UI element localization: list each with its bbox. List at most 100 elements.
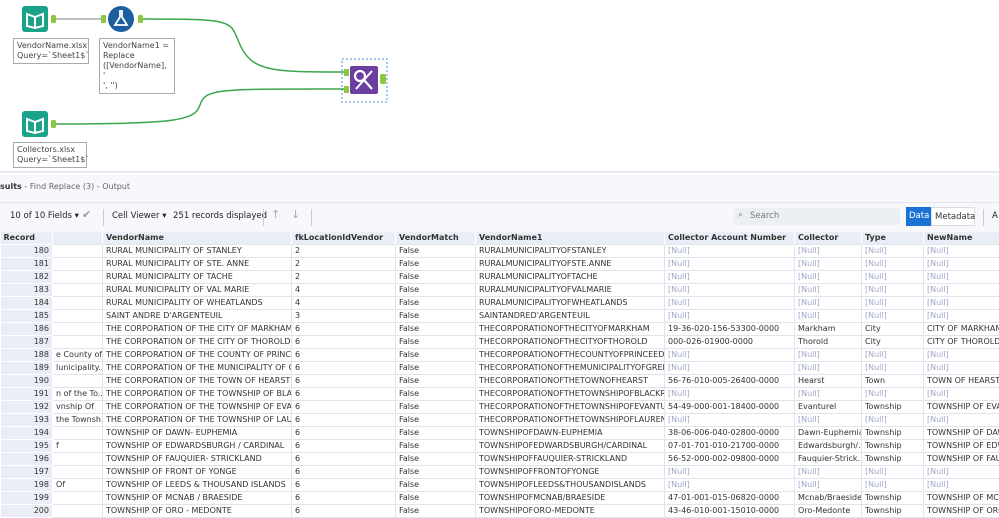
table-cell[interactable] xyxy=(53,335,103,348)
table-cell[interactable]: TOWNSHIPOFDAWN-EUPHEMIA xyxy=(476,426,665,439)
table-cell[interactable]: [Null] xyxy=(924,413,999,426)
table-cell[interactable]: [Null] xyxy=(862,296,924,309)
input-collectors-tool[interactable] xyxy=(22,111,48,137)
table-cell[interactable]: 181 xyxy=(1,257,53,270)
table-row[interactable]: 180RURAL MUNICIPALITY OF STANLEY2FalseRU… xyxy=(1,244,999,257)
table-cell[interactable]: RURAL MUNICIPALITY OF STE. ANNE xyxy=(103,257,292,270)
table-cell[interactable]: [Null] xyxy=(862,244,924,257)
table-cell[interactable]: 2 xyxy=(292,270,396,283)
table-cell[interactable]: [Null] xyxy=(665,244,795,257)
table-cell[interactable]: 194 xyxy=(1,426,53,439)
table-cell[interactable]: City xyxy=(862,335,924,348)
table-cell[interactable]: [Null] xyxy=(862,309,924,322)
table-cell[interactable]: Township xyxy=(862,439,924,452)
table-cell[interactable]: TOWN OF HEARST xyxy=(924,374,999,387)
table-cell[interactable]: 19-36-020-156-53300-0000 xyxy=(665,322,795,335)
table-cell[interactable]: [Null] xyxy=(924,257,999,270)
table-cell[interactable]: THECORPORATIONOFTHETOWNOFHEARST xyxy=(476,374,665,387)
table-cell[interactable]: False xyxy=(396,413,476,426)
table-row[interactable]: 191n of the To...THE CORPORATION OF THE … xyxy=(1,387,999,400)
table-cell[interactable]: TOWNSHIP OF MCN xyxy=(924,491,999,504)
table-cell[interactable]: 6 xyxy=(292,335,396,348)
table-cell[interactable]: CITY OF MARKHAM xyxy=(924,322,999,335)
table-cell[interactable]: Township xyxy=(862,452,924,465)
table-row[interactable]: 197TOWNSHIP OF FRONT OF YONGE6FalseTOWNS… xyxy=(1,465,999,478)
table-row[interactable]: 190THE CORPORATION OF THE TOWN OF HEARST… xyxy=(1,374,999,387)
table-cell[interactable]: [Null] xyxy=(924,283,999,296)
check-icon[interactable]: ✔ xyxy=(82,208,91,221)
table-cell[interactable]: TOWNSHIP OF DAWN- EUPHEMIA xyxy=(103,426,292,439)
table-cell[interactable]: False xyxy=(396,465,476,478)
table-cell[interactable]: THE CORPORATION OF THE TOWN OF HEARST xyxy=(103,374,292,387)
table-cell[interactable]: 192 xyxy=(1,400,53,413)
table-cell[interactable]: 183 xyxy=(1,283,53,296)
table-cell[interactable]: [Null] xyxy=(795,478,862,491)
more-button[interactable]: A xyxy=(992,211,998,221)
table-cell[interactable]: RURAL MUNICIPALITY OF STANLEY xyxy=(103,244,292,257)
table-cell[interactable]: [Null] xyxy=(665,309,795,322)
table-cell[interactable]: THECORPORATIONOFTHETOWNSHIPOFBLACKRI... xyxy=(476,387,665,400)
column-header[interactable]: NewName xyxy=(924,232,999,244)
arrow-up-icon[interactable]: ↑ xyxy=(271,208,280,221)
arrow-down-icon[interactable]: ↓ xyxy=(291,208,300,221)
table-cell[interactable] xyxy=(53,374,103,387)
table-cell[interactable]: 191 xyxy=(1,387,53,400)
table-cell[interactable]: False xyxy=(396,361,476,374)
table-cell[interactable]: THECORPORATIONOFTHETOWNSHIPOFLAUREN... xyxy=(476,413,665,426)
table-cell[interactable]: False xyxy=(396,504,476,517)
table-cell[interactable]: Markham xyxy=(795,322,862,335)
table-cell[interactable]: [Null] xyxy=(924,478,999,491)
table-cell[interactable]: 180 xyxy=(1,244,53,257)
table-cell[interactable]: [Null] xyxy=(665,387,795,400)
table-cell[interactable]: False xyxy=(396,309,476,322)
table-cell[interactable]: Township xyxy=(862,504,924,517)
table-cell[interactable]: [Null] xyxy=(665,413,795,426)
table-row[interactable]: 181RURAL MUNICIPALITY OF STE. ANNE2False… xyxy=(1,257,999,270)
table-cell[interactable]: TOWNSHIP OF EDWARDSBURGH / CARDINAL xyxy=(103,439,292,452)
table-cell[interactable]: False xyxy=(396,322,476,335)
table-cell[interactable]: TOWNSHIPOFEDWARDSBURGH/CARDINAL xyxy=(476,439,665,452)
table-cell[interactable]: [Null] xyxy=(665,348,795,361)
table-row[interactable]: 189lunicipality...THE CORPORATION OF THE… xyxy=(1,361,999,374)
table-cell[interactable] xyxy=(53,257,103,270)
table-cell[interactable]: [Null] xyxy=(862,465,924,478)
table-cell[interactable]: THE CORPORATION OF THE CITY OF MARKHAM xyxy=(103,322,292,335)
table-cell[interactable]: False xyxy=(396,387,476,400)
table-cell[interactable]: vnship Of xyxy=(53,400,103,413)
table-cell[interactable]: False xyxy=(396,270,476,283)
table-cell[interactable]: 188 xyxy=(1,348,53,361)
table-cell[interactable]: THE CORPORATION OF THE TOWNSHIP OF EVA..… xyxy=(103,400,292,413)
table-cell[interactable]: RURALMUNICIPALITYOFVALMARIE xyxy=(476,283,665,296)
table-cell[interactable]: [Null] xyxy=(862,348,924,361)
table-row[interactable]: 192vnship OfTHE CORPORATION OF THE TOWNS… xyxy=(1,400,999,413)
table-row[interactable]: 195fTOWNSHIP OF EDWARDSBURGH / CARDINAL6… xyxy=(1,439,999,452)
table-cell[interactable]: [Null] xyxy=(795,348,862,361)
table-cell[interactable]: 195 xyxy=(1,439,53,452)
column-header[interactable]: Record xyxy=(1,232,53,244)
find-replace-tool[interactable] xyxy=(350,66,376,92)
table-cell[interactable]: THE CORPORATION OF THE MUNICIPALITY OF G… xyxy=(103,361,292,374)
search-input[interactable]: ⌕Search xyxy=(734,208,900,225)
table-cell[interactable]: 43-46-010-001-15010-0000 xyxy=(665,504,795,517)
table-cell[interactable]: [Null] xyxy=(795,257,862,270)
table-cell[interactable] xyxy=(53,283,103,296)
table-cell[interactable]: [Null] xyxy=(795,361,862,374)
table-cell[interactable]: False xyxy=(396,426,476,439)
table-cell[interactable]: [Null] xyxy=(665,465,795,478)
table-cell[interactable]: 2 xyxy=(292,244,396,257)
table-cell[interactable]: THECORPORATIONOFTHECOUNTYOFPRINCEED... xyxy=(476,348,665,361)
table-cell[interactable]: 185 xyxy=(1,309,53,322)
table-cell[interactable]: 6 xyxy=(292,426,396,439)
table-cell[interactable]: [Null] xyxy=(862,478,924,491)
table-cell[interactable]: [Null] xyxy=(924,348,999,361)
tab-data[interactable]: Data xyxy=(906,207,932,226)
table-cell[interactable]: Town xyxy=(862,374,924,387)
table-cell[interactable]: [Null] xyxy=(795,413,862,426)
table-cell[interactable]: 6 xyxy=(292,452,396,465)
table-cell[interactable]: [Null] xyxy=(862,270,924,283)
table-cell[interactable]: [Null] xyxy=(665,361,795,374)
table-cell[interactable]: Hearst xyxy=(795,374,862,387)
table-row[interactable]: 196TOWNSHIP OF FAUQUIER- STRICKLAND6Fals… xyxy=(1,452,999,465)
table-cell[interactable]: TOWNSHIP OF FAUC xyxy=(924,452,999,465)
table-cell[interactable]: Township xyxy=(862,491,924,504)
